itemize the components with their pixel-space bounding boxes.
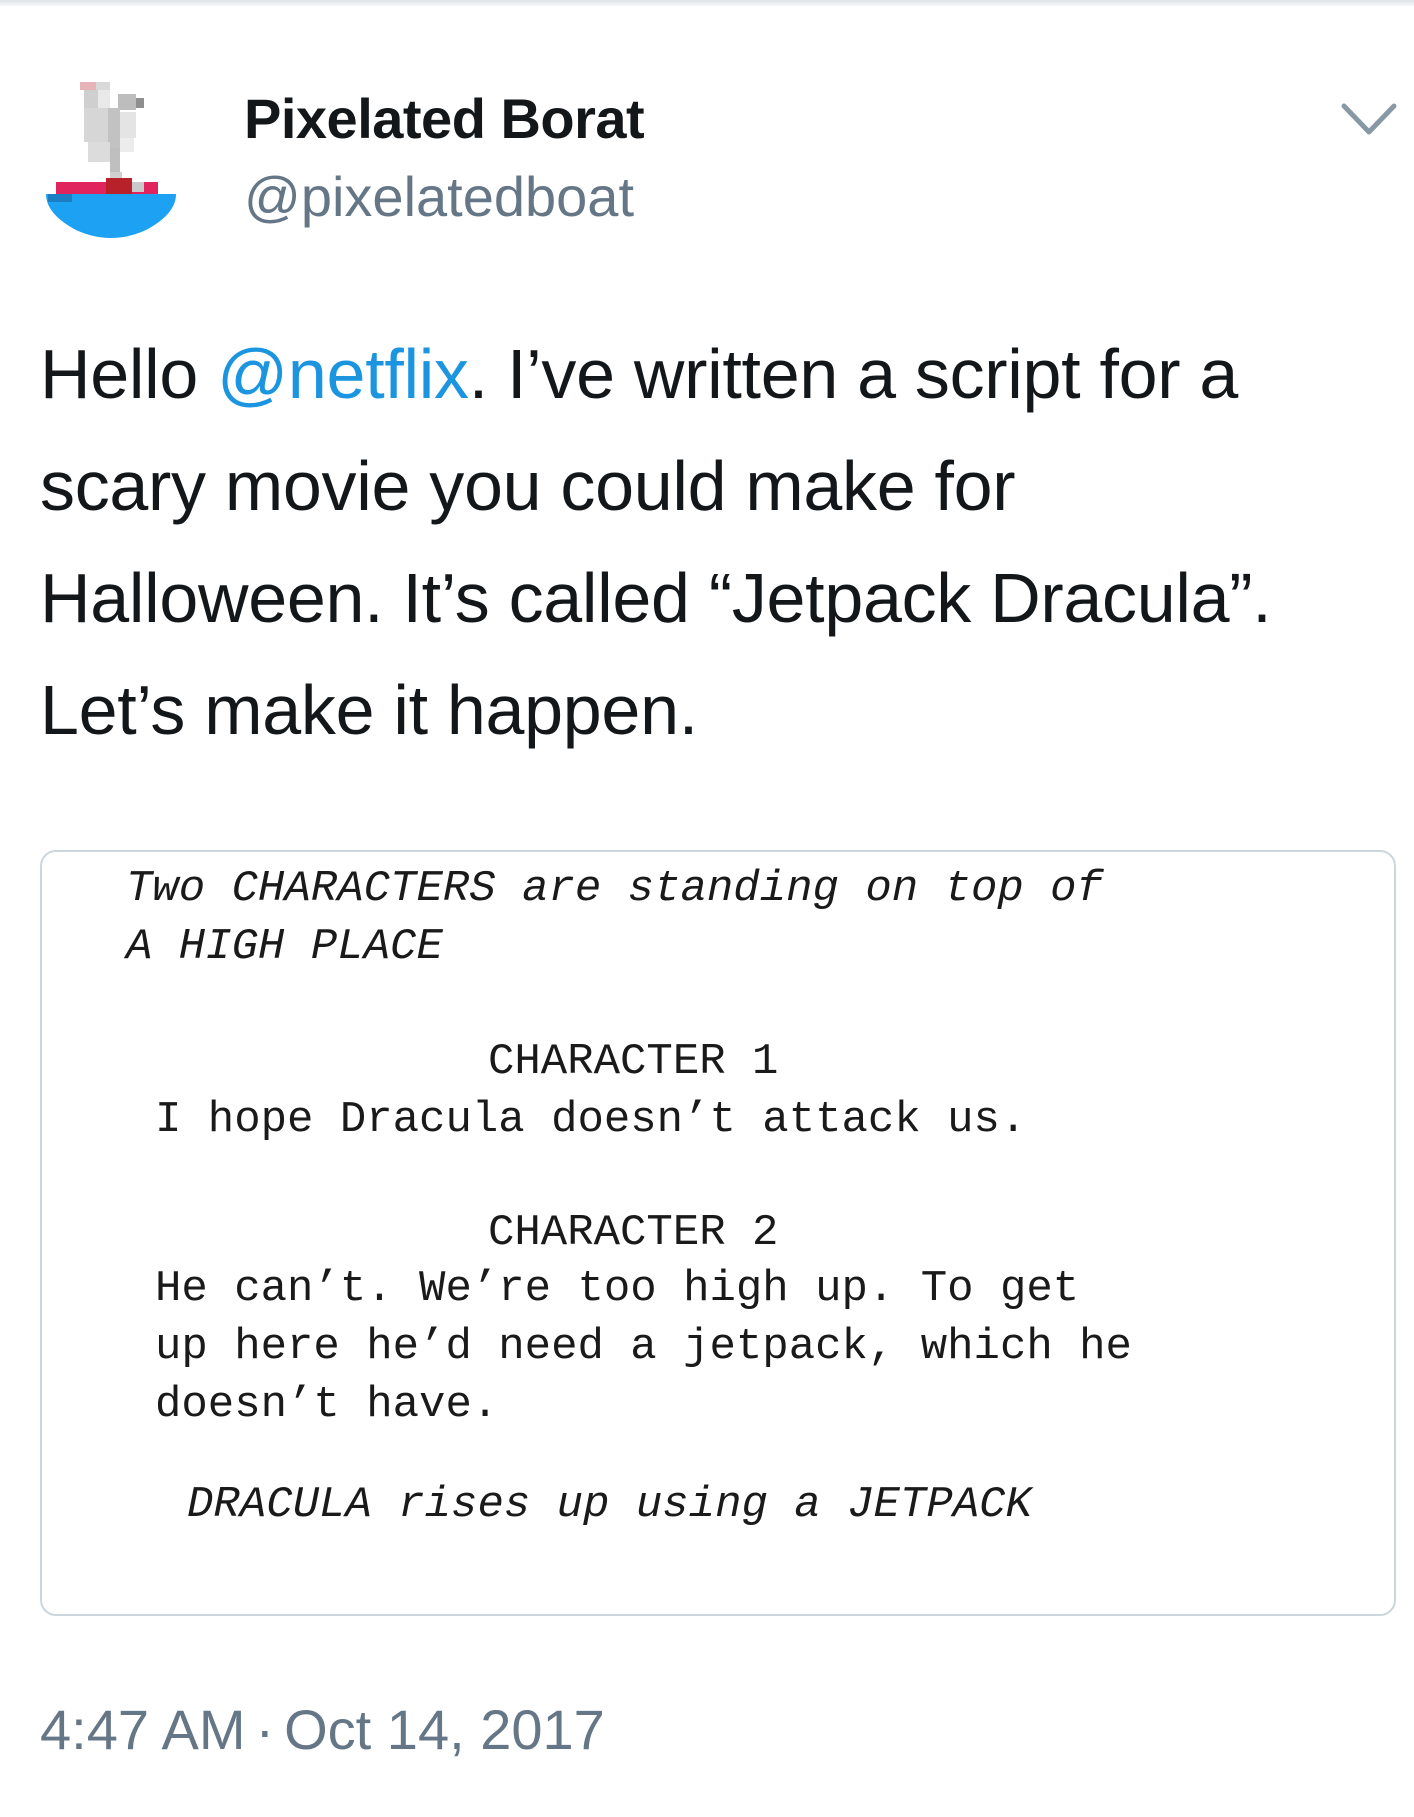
- author-name[interactable]: Pixelated Borat: [244, 86, 645, 151]
- tweet-text-segment: . I’ve written a script for a: [468, 335, 1239, 413]
- script-line: He can’t. We’re too high up. To get: [155, 1264, 1080, 1314]
- script-action-2: DRACULA rises up using a JETPACK: [187, 1480, 1032, 1530]
- timestamp-separator: ·: [255, 1698, 275, 1761]
- script-action-1: Two CHARACTERS are standing on top of A …: [126, 860, 1103, 976]
- avatar[interactable]: [46, 82, 176, 246]
- tweet-line-4: Let’s make it happen.: [40, 671, 698, 749]
- tweet-date: Oct 14, 2017: [284, 1698, 605, 1761]
- tweet-text: Hello @netflix. I’ve written a script fo…: [40, 318, 1390, 766]
- script-line: doesn’t have.: [155, 1380, 499, 1430]
- script-character-1: CHARACTER 1: [488, 1037, 779, 1087]
- tweet-line-1: Hello @netflix. I’ve written a script fo…: [40, 318, 1390, 430]
- tweet-line-3: Halloween. It’s called “Jetpack Dracula”…: [40, 559, 1272, 637]
- script-dialog-1: I hope Dracula doesn’t attack us.: [155, 1095, 1027, 1145]
- script-line: Two CHARACTERS are standing on top of: [126, 864, 1103, 914]
- author-handle[interactable]: @pixelatedboat: [244, 164, 634, 229]
- mention-link[interactable]: @netflix: [217, 335, 469, 413]
- chevron-down-icon[interactable]: [1338, 96, 1400, 144]
- tweet-timestamp[interactable]: 4:47 AM · Oct 14, 2017: [40, 1697, 605, 1762]
- script-character-2: CHARACTER 2: [488, 1208, 779, 1258]
- top-divider: [0, 0, 1414, 6]
- script-line: A HIGH PLACE: [126, 922, 443, 972]
- tweet-line-2: scary movie you could make for: [40, 447, 1016, 525]
- attached-image[interactable]: Two CHARACTERS are standing on top of A …: [40, 850, 1396, 1616]
- tweet-text-segment: Hello: [40, 335, 218, 413]
- script-line: up here he’d need a jetpack, which he: [155, 1322, 1132, 1372]
- tweet-time: 4:47 AM: [40, 1698, 246, 1761]
- script-dialog-2: He can’t. We’re too high up. To get up h…: [155, 1260, 1132, 1434]
